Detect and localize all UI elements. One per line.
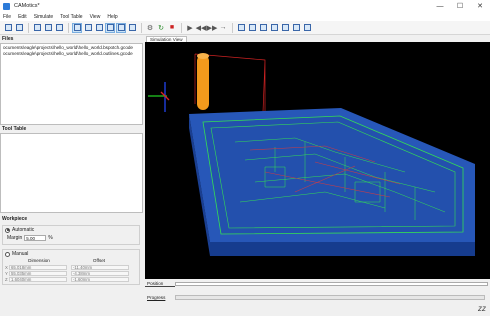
board-front [210, 242, 475, 256]
show-bbox-icon[interactable] [83, 23, 93, 33]
title-bar: CAMotics* — ☐ ✕ [0, 0, 490, 12]
manual-group: Manual Dimension Offset X 65.018mm -11.4… [2, 249, 140, 285]
workpiece-header: Workpiece [0, 215, 143, 223]
menu-tool-table[interactable]: Tool Table [60, 14, 82, 20]
manual-radio[interactable]: Manual [3, 250, 139, 258]
reload-icon[interactable]: ↻ [156, 23, 166, 33]
slower-icon[interactable]: ◀◀ [196, 23, 207, 33]
progress-track [175, 295, 485, 300]
offset-header: Offset [92, 258, 106, 263]
dimension-field[interactable]: 65.018mm [9, 264, 67, 270]
show-axes-icon[interactable] [127, 23, 137, 33]
export-icon[interactable] [32, 23, 42, 33]
export-surface-icon[interactable] [43, 23, 53, 33]
app-icon [3, 2, 10, 10]
view-bottom-icon[interactable] [302, 23, 312, 33]
show-surface-icon[interactable] [94, 23, 104, 33]
automatic-radio[interactable]: Automatic [3, 226, 139, 234]
margin-unit: % [48, 235, 53, 241]
dimension-row-x: X 65.018mm -11.40mm [3, 264, 139, 270]
tool-table[interactable] [0, 133, 143, 213]
play-icon[interactable]: ▶ [185, 23, 195, 33]
dimension-row-y: Y 55.035mm -4.38mm [3, 270, 139, 276]
step-icon[interactable]: → [218, 23, 228, 33]
menu-view[interactable]: View [90, 14, 101, 20]
dimension-row-z: Z 1.6040mm -1.60mm [3, 276, 139, 282]
tool-table-header: Tool Table [0, 125, 143, 133]
window-title: CAMotics* [14, 3, 40, 9]
save-as-icon[interactable] [14, 23, 24, 33]
dimension-field[interactable]: 55.035mm [9, 270, 67, 276]
view-iso-icon[interactable] [236, 23, 246, 33]
radio-unselected-icon [5, 251, 10, 257]
show-tool-icon[interactable] [116, 22, 126, 33]
dimension-header: Dimension [28, 258, 50, 263]
offset-field[interactable]: -1.60mm [71, 276, 129, 282]
view-front-icon[interactable] [258, 23, 268, 33]
workpiece-panel: Automatic Margin 5.00 % Manual Dimension… [0, 223, 143, 316]
faster-icon[interactable]: ▶▶ [207, 23, 218, 33]
view-top-icon[interactable] [247, 23, 257, 33]
left-panel: Files ocuments\eagle\projects\hello_worl… [0, 35, 143, 316]
sleep-status-icon: zz [478, 304, 486, 313]
simulation-canvas [148, 53, 475, 256]
radio-selected-icon [5, 227, 10, 233]
stop-icon[interactable]: ■ [167, 23, 177, 33]
position-bar: Position [145, 280, 490, 287]
dimension-field[interactable]: 1.6040mm [9, 276, 67, 282]
view-right-icon[interactable] [291, 23, 301, 33]
close-button[interactable]: ✕ [470, 0, 490, 12]
menu-bar: File Edit Simulate Tool Table View Help [0, 12, 490, 21]
automatic-group: Automatic Margin 5.00 % [2, 225, 140, 245]
simulation-viewport[interactable] [145, 42, 490, 279]
manual-label: Manual [12, 251, 29, 257]
show-workpiece-icon[interactable] [72, 22, 82, 33]
menu-help[interactable]: Help [107, 14, 117, 20]
file-item[interactable]: ocuments\eagle\projects\hello_world\hell… [3, 51, 140, 57]
offset-field[interactable]: -4.38mm [71, 270, 129, 276]
menu-file[interactable]: File [3, 14, 11, 20]
position-label: Position [145, 281, 175, 287]
show-path-icon[interactable] [105, 22, 115, 33]
maximize-button[interactable]: ☐ [450, 0, 470, 12]
menu-edit[interactable]: Edit [18, 14, 27, 20]
margin-label: Margin [7, 235, 23, 241]
cutting-tool [197, 53, 209, 110]
save-icon[interactable] [3, 23, 13, 33]
toolbar: ⚙ ↻ ■ ▶ ◀◀ ▶▶ → [0, 21, 490, 35]
minimize-button[interactable]: — [430, 0, 450, 12]
view-left-icon[interactable] [280, 23, 290, 33]
progress-bar: Progress [145, 294, 485, 301]
menu-simulate[interactable]: Simulate [34, 14, 53, 20]
position-slider[interactable] [175, 281, 488, 286]
axes-gizmo [148, 82, 170, 112]
view-back-icon[interactable] [269, 23, 279, 33]
margin-spinbox[interactable]: 5.00 [24, 235, 47, 241]
files-header: Files [0, 35, 143, 43]
snapshot-icon[interactable] [54, 23, 64, 33]
offset-field[interactable]: -11.40mm [71, 264, 129, 270]
settings-gear-icon[interactable]: ⚙ [145, 23, 155, 33]
files-list[interactable]: ocuments\eagle\projects\hello_world\hell… [0, 43, 143, 125]
automatic-label: Automatic [12, 227, 35, 233]
progress-label: Progress [147, 295, 166, 300]
